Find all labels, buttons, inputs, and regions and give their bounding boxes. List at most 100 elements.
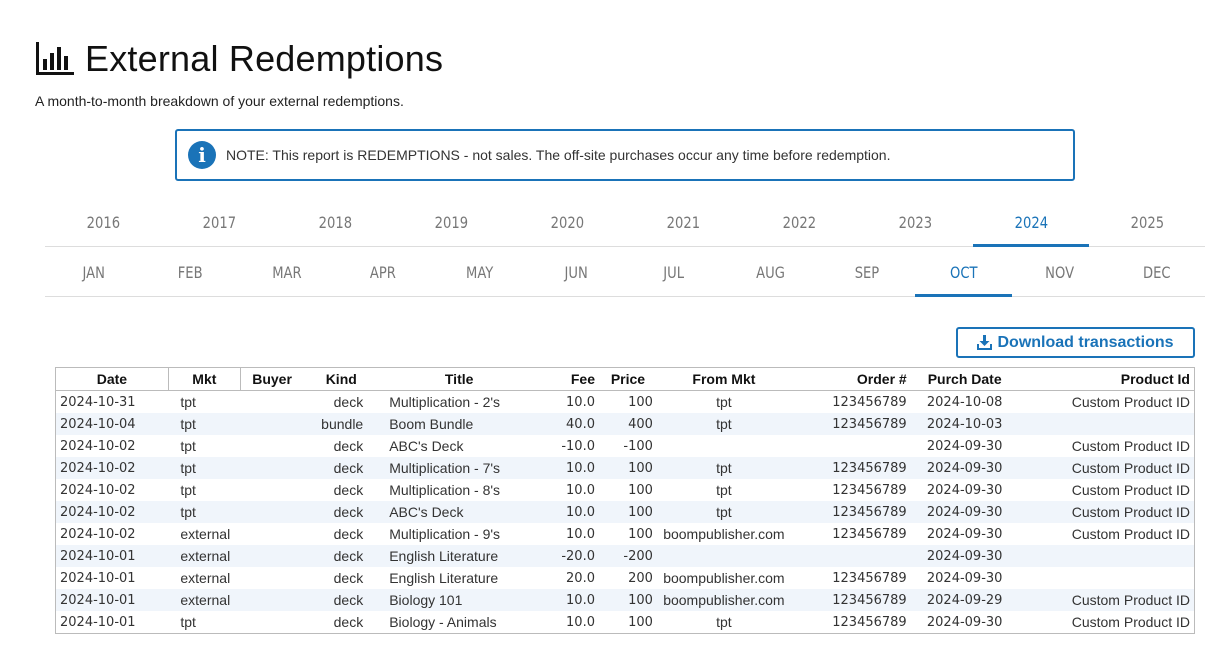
cell-from-mkt: boompublisher.com bbox=[656, 589, 791, 611]
cell-mkt: external bbox=[168, 545, 241, 567]
cell-price: 100 bbox=[628, 526, 653, 542]
tab-year-2019[interactable]: 2019 bbox=[393, 198, 509, 246]
cell-order-number: 123456789 bbox=[790, 501, 911, 523]
cell-order-number: 123456789 bbox=[790, 589, 911, 611]
cell-price: 200 bbox=[628, 570, 653, 586]
cell-purch-date: 2024-09-30 bbox=[926, 570, 1003, 586]
tab-year-label: 2016 bbox=[86, 212, 120, 232]
cell-product-id bbox=[1019, 567, 1195, 589]
column-header-kind[interactable]: Kind bbox=[303, 367, 380, 391]
tab-year-label: 2017 bbox=[202, 212, 236, 232]
tab-month-apr[interactable]: APR bbox=[335, 248, 432, 296]
cell-buyer bbox=[240, 501, 304, 523]
cell-buyer bbox=[240, 611, 303, 634]
tab-year-label: 2021 bbox=[666, 212, 700, 232]
download-transactions-button[interactable]: Download transactions bbox=[956, 327, 1195, 358]
cell-from-mkt: tpt bbox=[716, 394, 732, 410]
tab-month-mar[interactable]: MAR bbox=[238, 248, 335, 296]
tab-year-2023[interactable]: 2023 bbox=[857, 198, 973, 246]
cell-purch-date: 2024-09-30 bbox=[910, 457, 1019, 479]
tab-year-2020[interactable]: 2020 bbox=[509, 198, 625, 246]
bar-chart-icon bbox=[36, 42, 74, 75]
tab-month-oct[interactable]: OCT bbox=[915, 248, 1012, 297]
cell-from-mkt: tpt bbox=[656, 501, 791, 523]
tab-month-dec[interactable]: DEC bbox=[1108, 248, 1205, 296]
column-header-title[interactable]: Title bbox=[379, 367, 540, 391]
column-header-purch-date[interactable]: Purch Date bbox=[910, 367, 1019, 391]
tab-month-nov[interactable]: NOV bbox=[1012, 248, 1109, 296]
cell-product-id: Custom Product ID bbox=[1071, 438, 1190, 454]
column-header-fee[interactable]: Fee bbox=[539, 367, 599, 391]
tab-year-2018[interactable]: 2018 bbox=[277, 198, 393, 246]
cell-buyer bbox=[240, 435, 303, 457]
cell-price: -100 bbox=[623, 438, 653, 454]
tab-month-label: MAR bbox=[271, 262, 302, 282]
cell-purch-date: 2024-09-30 bbox=[910, 545, 1019, 567]
column-header-mkt[interactable]: Mkt bbox=[168, 367, 241, 391]
cell-product-id: Custom Product ID bbox=[1018, 457, 1195, 479]
cell-kind: deck bbox=[333, 614, 364, 630]
cell-mkt: tpt bbox=[168, 457, 241, 479]
tab-year-2025[interactable]: 2025 bbox=[1089, 198, 1205, 246]
cell-order-number: 123456789 bbox=[832, 394, 907, 410]
cell-title: Multiplication - 7's bbox=[379, 457, 540, 479]
tab-year-2016[interactable]: 2016 bbox=[45, 198, 161, 246]
cell-mkt: external bbox=[180, 570, 231, 586]
column-header-price[interactable]: Price bbox=[598, 367, 657, 391]
cell-title: English Literature bbox=[389, 570, 499, 586]
cell-from-mkt: tpt bbox=[716, 614, 732, 630]
tab-year-2021[interactable]: 2021 bbox=[625, 198, 741, 246]
cell-date: 2024-10-01 bbox=[55, 589, 169, 611]
tab-month-label: MAY bbox=[466, 262, 494, 282]
tab-year-2022[interactable]: 2022 bbox=[741, 198, 857, 246]
table-row: 2024-10-01 tpt deck Biology - Animals 10.0 10… bbox=[56, 611, 1195, 634]
cell-title: Multiplication - 8's bbox=[389, 482, 501, 498]
cell-mkt: tpt bbox=[168, 501, 241, 523]
column-header-from-mkt[interactable]: From Mkt bbox=[656, 367, 791, 391]
cell-fee: 10.0 bbox=[539, 457, 599, 479]
column-header-date[interactable]: Date bbox=[55, 367, 169, 391]
table-row: 2024-10-01 external deck Biology 101 10.0 100… bbox=[55, 589, 1195, 611]
table-row: 2024-10-02 tpt deck Multiplication - 8's 10.… bbox=[56, 479, 1195, 501]
cell-buyer bbox=[240, 523, 303, 545]
cell-from-mkt: boompublisher.com bbox=[663, 526, 785, 542]
table-header-row: Date Mkt Buyer Kind Title Fee Price From… bbox=[55, 367, 1195, 391]
cell-product-id: Custom Product ID bbox=[1018, 589, 1195, 611]
cell-fee: 40.0 bbox=[539, 413, 599, 435]
tab-month-jul[interactable]: JUL bbox=[625, 248, 722, 296]
cell-price: -200 bbox=[598, 545, 657, 567]
cell-title: ABC's Deck bbox=[379, 501, 540, 523]
column-header-buyer[interactable]: Buyer bbox=[240, 367, 304, 391]
tab-month-label: FEB bbox=[177, 262, 203, 282]
tab-year-label: 2025 bbox=[1130, 212, 1164, 232]
column-header-order-number[interactable]: Order # bbox=[790, 367, 911, 391]
cell-price: 100 bbox=[628, 482, 653, 498]
tab-month-jun[interactable]: JUN bbox=[528, 248, 625, 296]
cell-purch-date: 2024-10-08 bbox=[926, 394, 1003, 410]
tab-month-jan[interactable]: JAN bbox=[45, 248, 142, 296]
cell-title: Boom Bundle bbox=[379, 413, 540, 435]
tab-month-label: NOV bbox=[1045, 262, 1075, 282]
cell-date: 2024-10-04 bbox=[55, 413, 169, 435]
tab-year-2017[interactable]: 2017 bbox=[161, 198, 277, 246]
cell-date: 2024-10-02 bbox=[60, 482, 136, 498]
cell-date: 2024-10-02 bbox=[60, 438, 136, 454]
tab-month-sep[interactable]: SEP bbox=[818, 248, 915, 296]
tab-month-aug[interactable]: AUG bbox=[722, 248, 819, 296]
column-header-product-id[interactable]: Product Id bbox=[1018, 367, 1195, 391]
tab-year-label: 2019 bbox=[434, 212, 468, 232]
download-icon bbox=[977, 335, 993, 350]
tab-month-feb[interactable]: FEB bbox=[142, 248, 239, 296]
cell-product-id bbox=[1018, 413, 1195, 435]
tab-month-may[interactable]: MAY bbox=[432, 248, 529, 296]
cell-fee: 10.0 bbox=[539, 589, 599, 611]
cell-buyer bbox=[240, 457, 304, 479]
cell-price: 100 bbox=[598, 457, 657, 479]
table-row: 2024-10-02 tpt deck ABC's Deck -10.0 -100 2024… bbox=[56, 435, 1195, 457]
cell-product-id: Custom Product ID bbox=[1018, 501, 1195, 523]
tab-year-2024[interactable]: 2024 bbox=[973, 198, 1089, 247]
cell-buyer bbox=[240, 589, 304, 611]
table-row: 2024-10-02 tpt deck Multiplication - 7's 10.… bbox=[55, 457, 1195, 479]
cell-kind: deck bbox=[303, 457, 380, 479]
cell-title: Biology 101 bbox=[379, 589, 540, 611]
